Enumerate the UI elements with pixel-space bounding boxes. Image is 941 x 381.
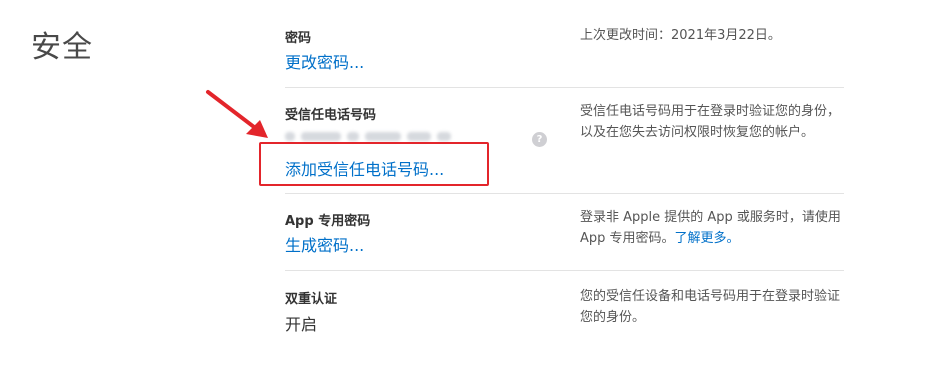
divider: [285, 87, 844, 88]
app-password-label: App 专用密码: [285, 214, 371, 229]
annotation-highlight-box: [259, 142, 489, 186]
generate-password-link[interactable]: 生成密码...: [285, 232, 364, 256]
password-description: 上次更改时间：2021年3月22日。: [580, 28, 781, 43]
password-label: 密码: [285, 31, 312, 46]
two-factor-label: 双重认证: [285, 292, 338, 307]
help-icon[interactable]: ?: [532, 132, 547, 147]
two-factor-description: 您的受信任设备和电话号码用于在登录时验证您的身份。: [580, 289, 841, 325]
trusted-phone-description: 受信任电话号码用于在登录时验证您的身份，以及在您失去访问权限时恢复您的帐户。: [580, 104, 841, 140]
divider: [285, 270, 844, 271]
two-factor-status: 开启: [285, 315, 318, 334]
learn-more-link[interactable]: 了解更多。: [675, 231, 740, 246]
section-title: 安全: [31, 30, 93, 65]
arrow-icon: [206, 90, 268, 138]
row-password: 密码 更改密码... 上次更改时间：2021年3月22日。: [285, 27, 844, 87]
trusted-phone-label: 受信任电话号码: [285, 108, 377, 123]
app-password-description: 登录非 Apple 提供的 App 或服务时，请使用 App 专用密码。了解更多…: [580, 207, 844, 249]
change-password-link[interactable]: 更改密码...: [285, 49, 364, 73]
blurred-phone-number: [285, 129, 455, 143]
row-two-factor: 双重认证 开启 您的受信任设备和电话号码用于在登录时验证您的身份。: [285, 288, 844, 348]
divider: [285, 193, 844, 194]
row-app-specific-password: App 专用密码 生成密码... 登录非 Apple 提供的 App 或服务时，…: [285, 210, 844, 270]
